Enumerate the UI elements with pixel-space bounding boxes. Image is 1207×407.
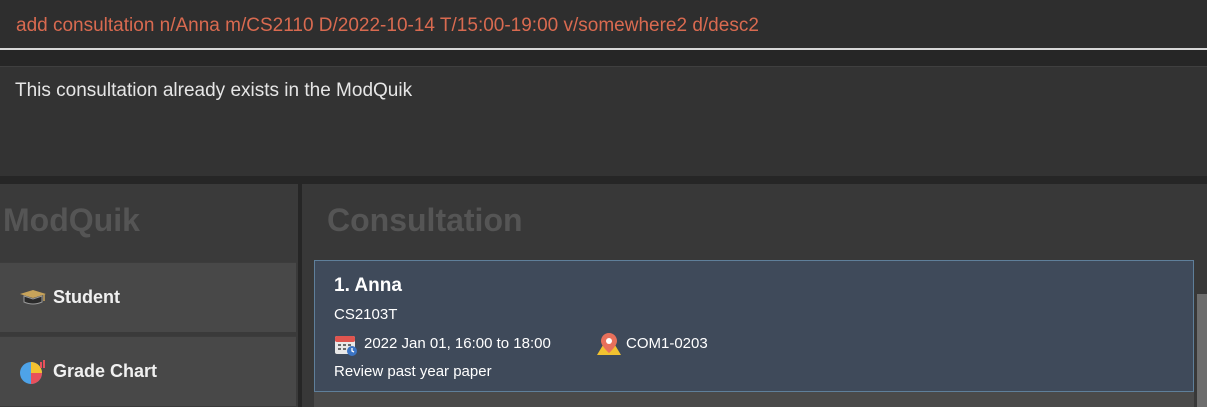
consultation-card[interactable]: 1. Anna CS2103T 2022 Jan 01, 16:00 to 18…	[314, 260, 1194, 392]
main-panel: Consultation 1. Anna CS2103T 2022 Jan 01…	[302, 184, 1207, 407]
result-message: This consultation already exists in the …	[15, 80, 413, 101]
consultation-name: 1. Anna	[334, 275, 402, 296]
consultation-venue: COM1-0203	[626, 335, 708, 352]
sidebar-item-grade-chart[interactable]: Grade Chart	[0, 336, 296, 406]
pie-chart-icon	[18, 357, 48, 387]
command-input[interactable]: add consultation n/Anna m/CS2110 D/2022-…	[16, 15, 759, 37]
graduation-cap-icon	[18, 283, 48, 313]
result-display: This consultation already exists in the …	[0, 66, 1207, 176]
app-title: ModQuik	[3, 202, 140, 238]
sidebar: ModQuik Student Grade Chart	[0, 184, 298, 407]
page-title: Consultation	[327, 202, 523, 238]
sidebar-item-student[interactable]: Student	[0, 262, 296, 332]
list-empty-area	[314, 392, 1194, 407]
sidebar-item-label: Grade Chart	[53, 361, 158, 381]
consultation-description: Review past year paper	[334, 363, 492, 380]
consultation-module: CS2103T	[334, 306, 398, 323]
sidebar-item-label: Student	[53, 287, 120, 307]
map-pin-icon	[596, 331, 622, 361]
command-box[interactable]: add consultation n/Anna m/CS2110 D/2022-…	[0, 0, 1207, 50]
consultation-datetime: 2022 Jan 01, 16:00 to 18:00	[364, 335, 551, 352]
list-scrollbar[interactable]	[1197, 294, 1207, 407]
calendar-icon	[334, 333, 358, 361]
